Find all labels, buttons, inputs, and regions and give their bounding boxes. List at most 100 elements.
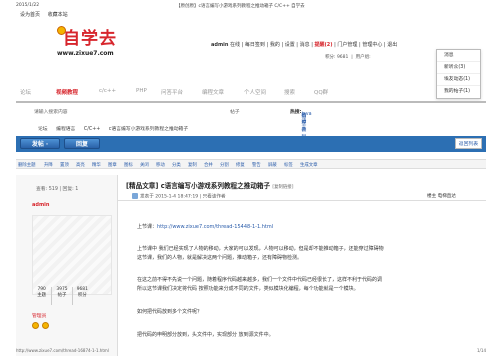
print-date: 2015/1/22: [16, 3, 40, 8]
username-link[interactable]: admin: [211, 42, 228, 48]
medals: [32, 322, 50, 331]
author-sidebar: 查看: 519 | 回复: 1 admin 790 主题 3975 帖子 9681 积…: [16, 175, 118, 356]
stat-posts[interactable]: 3975 帖子: [52, 287, 73, 305]
top-links: 设为首页 收藏本站: [20, 11, 74, 18]
userbar-logout[interactable]: 退出: [387, 42, 397, 48]
medal-icon: [32, 322, 39, 329]
mod-icon[interactable]: 图标: [124, 162, 133, 168]
paragraph: 上节课中 我们已经实现了人物的移动，大家的可以发现，人物可以移动，但是却不能推动…: [137, 246, 384, 252]
mod-merge[interactable]: 合并: [204, 162, 213, 168]
mod-move[interactable]: 移动: [156, 162, 165, 168]
medal-icon: [41, 322, 49, 329]
mod-delete[interactable]: 删除主题: [18, 162, 36, 168]
search-type-select[interactable]: 帖子: [230, 108, 240, 115]
mod-sticky[interactable]: 置顶: [60, 162, 69, 168]
main-nav: 论坛 视频教程 c/c++ PHP 问答平台 编程文章 个人空间 搜索 QQ群: [16, 83, 486, 103]
paragraph: 如何把代码放到多个文件呢？: [137, 309, 203, 315]
prev-lesson-link[interactable]: http://www.zixue7.com/thread-15448-1-1.h…: [157, 224, 273, 230]
mod-raise[interactable]: 升降: [44, 162, 53, 168]
userbar-admin[interactable]: 管理中心: [362, 42, 382, 48]
post-header: [精品文章] c语言编写小游戏系列教程之推动箱子 [复制链接] 发表于 2015…: [118, 175, 486, 201]
userbar-settings[interactable]: 设置: [285, 42, 295, 48]
credits: 积分: 9681 | 用户组:: [325, 55, 371, 60]
set-homepage-link[interactable]: 设为首页: [20, 12, 40, 18]
nav-qa[interactable]: 问答平台: [161, 88, 183, 96]
mod-stamp[interactable]: 图章: [108, 162, 117, 168]
action-bar: 发帖 · 回复 返回列表: [16, 136, 486, 152]
reply-button[interactable]: 回复: [64, 138, 100, 149]
breadcrumb-thread[interactable]: c语言编写小游戏系列教程之推动箱子: [109, 127, 188, 132]
userbar-messages[interactable]: 消息: [300, 42, 310, 48]
mod-tags[interactable]: 标签: [284, 162, 293, 168]
userbar-mine[interactable]: 我的: [270, 42, 280, 48]
hot-search: 热搜: c语言 java 编程教程 自学去: [290, 108, 312, 140]
nav-php[interactable]: PHP: [136, 88, 147, 94]
posted-text: 发表于 2015-1-4 18:47:19 | 只看该作者: [140, 194, 226, 200]
avatar[interactable]: [32, 215, 112, 295]
mod-block[interactable]: 屏蔽: [268, 162, 277, 168]
nav-space[interactable]: 个人空间: [244, 88, 266, 96]
nav-cpp[interactable]: c/c++: [99, 88, 116, 94]
user-bar: admin 在线 | 每日签到 | 我的 | 设置 | 消息 | 提醒(2) |…: [211, 42, 398, 48]
nav-articles[interactable]: 编程文章: [202, 88, 224, 96]
post-title-text: c语言编写小游戏系列教程之推动箱子: [158, 182, 271, 190]
nav-video-tutorials[interactable]: 视频教程: [56, 88, 78, 96]
breadcrumb-cpp[interactable]: C/C++: [84, 127, 100, 132]
search-input[interactable]: 请输入搜索内容: [34, 108, 68, 115]
mod-copy[interactable]: 复制: [188, 162, 197, 168]
userbar-online[interactable]: 在线: [230, 42, 240, 48]
stat-threads[interactable]: 790 主题: [32, 287, 53, 305]
print-title: 【原创原】c语言编写小游戏系列教程之推动箱子 C/C++ 自学去: [176, 4, 305, 9]
site-logo[interactable]: 自学去 www.zixue7.com: [57, 24, 127, 64]
mod-repair[interactable]: 修复: [236, 162, 245, 168]
breadcrumb-forum[interactable]: 论坛: [38, 127, 48, 132]
hot-search-label: 热搜:: [290, 110, 302, 115]
logo-url: www.zixue7.com: [57, 50, 114, 57]
bookmark-link[interactable]: 收藏本站: [48, 12, 68, 18]
userbar-portal[interactable]: 门户管理: [337, 42, 357, 48]
print-page: 1/14: [477, 348, 486, 353]
credits-label[interactable]: 积分: 9681: [325, 55, 348, 60]
post-content: [精品文章] c语言编写小游戏系列教程之推动箱子 [复制链接] 发表于 2015…: [118, 175, 486, 356]
hot-item-zixue[interactable]: 自学去: [302, 112, 307, 133]
logo-title: 自学去: [63, 29, 117, 49]
usergroup-label[interactable]: 用户组:: [356, 55, 371, 60]
prev-lesson: 上节课：http://www.zixue7.com/thread-15448-1…: [137, 223, 273, 230]
mod-highlight[interactable]: 高亮: [76, 162, 85, 168]
mod-split[interactable]: 分割: [220, 162, 229, 168]
dropdown-new-listeners[interactable]: 新听众(3): [437, 62, 480, 74]
userbar-checkin[interactable]: 每日签到: [245, 42, 265, 48]
dropdown-messages[interactable]: 消息: [437, 50, 480, 62]
author-name[interactable]: admin: [32, 202, 49, 208]
back-to-list-button[interactable]: 返回列表: [454, 138, 482, 149]
print-url: http://www.zixue7.com/thread-16874-1-1.h…: [16, 348, 109, 353]
paragraph: 这节课，我们的人物，就是解决这两个问题，推动箱子，还有障碍物检测。: [137, 255, 303, 261]
copy-link[interactable]: [复制链接]: [272, 185, 293, 190]
breadcrumb-languages[interactable]: 编程语言: [56, 127, 75, 132]
posted-info: 发表于 2015-1-4 18:47:19 | 只看该作者: [132, 193, 226, 200]
views-replies: 查看: 519 | 回复: 1: [36, 187, 79, 192]
paragraph: 把代码的申明部分放到，头文件中，实现部分 放到源文件中。: [137, 332, 274, 338]
paragraph: 所以这节课我们决定将代码 按照功能来分成不同的文件，类似模块化编程，每个功能就是…: [137, 286, 359, 292]
new-post-button[interactable]: 发帖 ·: [20, 138, 60, 149]
author-role: 管理员: [32, 314, 47, 319]
mod-close[interactable]: 关闭: [140, 162, 149, 168]
floor-label[interactable]: 楼主 电梯直达: [427, 193, 456, 199]
nav-qq-group[interactable]: QQ群: [314, 88, 328, 96]
online-icon: [132, 193, 138, 199]
post-title: [精品文章] c语言编写小游戏系列教程之推动箱子 [复制链接]: [126, 180, 293, 190]
userbar-notice[interactable]: 提醒(2): [314, 42, 332, 48]
paragraph: 在这之前不得不先说一个问题，随着程序代码越来越多，我们一个文件中代码已经很长了，…: [137, 277, 383, 283]
post-tag[interactable]: [精品文章]: [126, 182, 158, 190]
mod-warn[interactable]: 警告: [252, 162, 261, 168]
mod-make-article[interactable]: 生成文章: [300, 162, 318, 168]
nav-search[interactable]: 搜索: [284, 88, 295, 96]
nav-forum[interactable]: 论坛: [20, 88, 31, 96]
mod-digest[interactable]: 精华: [92, 162, 101, 168]
mod-category[interactable]: 分类: [172, 162, 181, 168]
breadcrumb: 论坛 编程语言 C/C++ c语言编写小游戏系列教程之推动箱子: [38, 125, 195, 132]
stat-credits[interactable]: 9681 积分: [73, 287, 92, 305]
prev-lesson-label: 上节课：: [137, 224, 158, 230]
search-bar: 请输入搜索内容 帖子 热搜: c语言 java 编程教程 自学去: [30, 104, 485, 140]
author-stats: 790 主题 3975 帖子 9681 积分: [32, 287, 92, 305]
